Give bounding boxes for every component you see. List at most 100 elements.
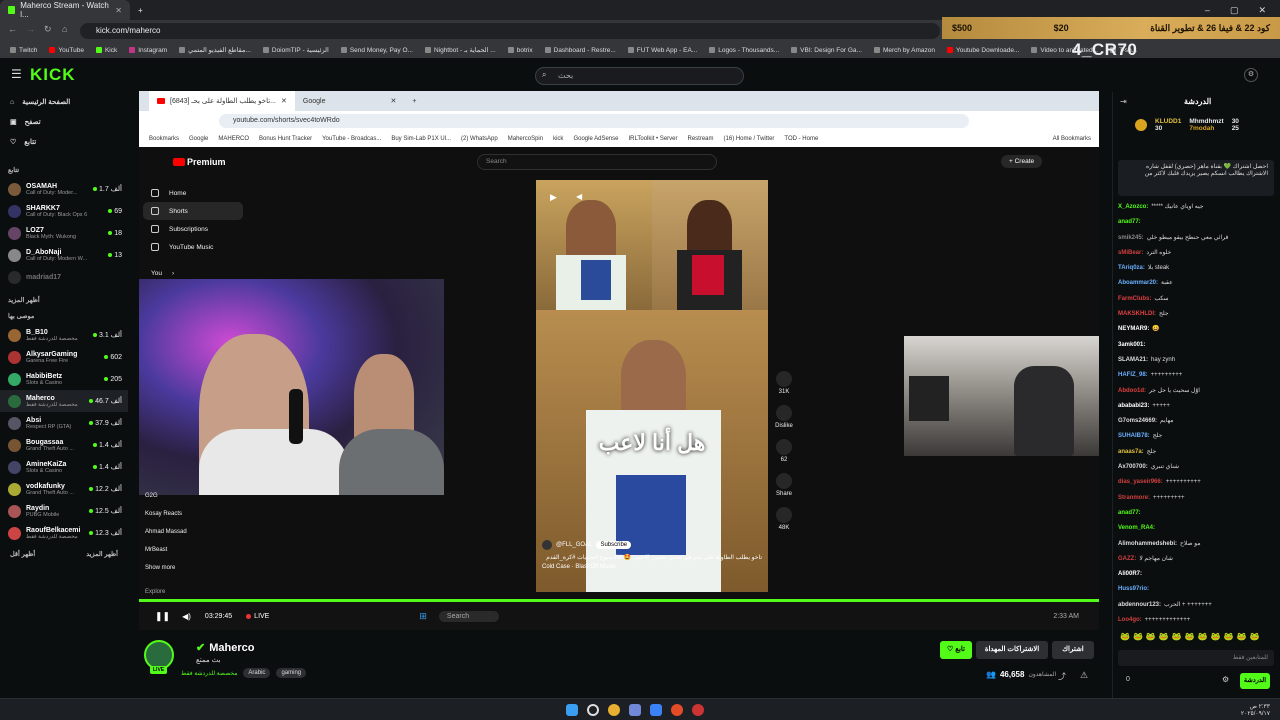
yt-nav-music[interactable]: YouTube Music — [143, 238, 243, 256]
bookmark[interactable]: Merch by Amazon — [873, 47, 935, 54]
app-icon[interactable] — [692, 703, 704, 716]
streamer-name[interactable]: ✔ Maherco — [196, 641, 254, 655]
inner-new-tab[interactable]: + — [404, 91, 424, 111]
chat-input[interactable]: للمتابعين فقط — [1118, 650, 1274, 666]
obs-icon[interactable] — [671, 703, 683, 716]
youtube-search-input[interactable]: Search — [477, 154, 717, 170]
bookmark[interactable]: Google — [189, 136, 208, 142]
settings-icon[interactable]: ⚙ — [1222, 675, 1229, 684]
yt-sub-item[interactable]: MrBeast — [145, 547, 255, 565]
channel-item[interactable]: LOZ7 Black Myth: Wukong 18 — [0, 222, 128, 244]
comments-button[interactable]: 62 — [769, 439, 799, 463]
chat-username[interactable]: G7oms24669: — [1118, 418, 1157, 424]
chat-username[interactable]: Aboammar20: — [1118, 280, 1158, 286]
sidebar-home[interactable]: ⌂ الصفحة الرئيسية — [0, 92, 128, 112]
yt-nav-home[interactable]: Home — [143, 184, 243, 202]
bookmark[interactable]: All Bookmarks — [1053, 136, 1099, 142]
browser-tab-kick[interactable]: Maherco Stream - Watch l... ✕ — [0, 0, 130, 20]
chat-username[interactable]: GAZZ: — [1118, 556, 1136, 562]
discord-icon[interactable] — [629, 703, 641, 716]
bookmark[interactable]: botrix — [507, 47, 533, 54]
minimize-icon[interactable]: – — [1205, 5, 1210, 16]
volume-icon[interactable]: ◀ — [576, 192, 582, 201]
dislike-button[interactable]: Dislike — [769, 405, 799, 429]
bookmark[interactable]: Nightbot - الحماية بـ ... — [424, 46, 496, 54]
channel-item-active[interactable]: Maherco مخصصة للدردشة فقط 46.7 ألف — [0, 390, 128, 412]
remix-button[interactable]: 48K — [769, 507, 799, 531]
chat-username[interactable]: Venom_RA4: — [1118, 525, 1155, 531]
channel-item[interactable]: OSAMAH Call of Duty: Moder... 1.7 ألف — [0, 178, 128, 200]
chat-send-button[interactable]: الدردشة — [1240, 673, 1270, 689]
bookmark[interactable]: Instagram — [129, 47, 167, 54]
bookmark[interactable]: Bookmarks — [149, 136, 179, 142]
channel-item[interactable]: Absi Respect RP (GTA) 37.9 ألف — [0, 412, 128, 434]
follow-button[interactable]: ♡ تابع — [940, 641, 972, 659]
chat-username[interactable]: TAriq0za: — [1118, 265, 1145, 271]
bookmark[interactable]: TOD - Home — [784, 136, 818, 142]
chat-username[interactable]: FarmClubs: — [1118, 296, 1151, 302]
inner-tab-youtube[interactable]: [6843] تاخو يطلب الطاولة على بحـ... ✕ — [149, 91, 295, 111]
bookmark[interactable]: مقاطع الفيديو المتمي... — [179, 46, 251, 54]
bookmark[interactable]: Bonus Hunt Tracker — [259, 136, 312, 142]
maximize-icon[interactable]: ▢ — [1230, 5, 1239, 16]
home-icon[interactable]: ⌂ — [62, 24, 67, 34]
search-icon[interactable] — [587, 703, 599, 716]
bookmark[interactable]: Dashboard - Restre... — [544, 47, 616, 54]
bookmark[interactable]: Restream — [688, 136, 714, 142]
gifted-subs-button[interactable]: الاشتراكات المهداة — [976, 641, 1048, 659]
channel-item[interactable]: HabibiBetz Slots & Casino 205 — [0, 368, 128, 390]
channel-item[interactable]: AlkysarGaming Garena Free Fire 602 — [0, 346, 128, 368]
back-icon[interactable]: ← — [8, 24, 17, 34]
chat-username[interactable]: HAFIZ_98: — [1118, 372, 1148, 378]
show-more-link[interactable]: أظهر المزيد — [86, 550, 118, 558]
chat-username[interactable]: Stranmore: — [1118, 495, 1150, 501]
bookmark[interactable]: Youtube Downloade... — [946, 47, 1019, 54]
inner-url-bar[interactable]: youtube.com/shorts/svec4toWRdo — [219, 114, 969, 128]
chat-username[interactable]: Loo4go: — [1118, 617, 1142, 623]
show-more-link[interactable]: أظهر المزيد — [0, 296, 128, 304]
tag[interactable]: gaming — [276, 668, 307, 678]
chat-username[interactable]: SLAMA21: — [1118, 357, 1148, 363]
channel-item[interactable]: SHARKK7 Call of Duty: Black Ops 6 69 — [0, 200, 128, 222]
channel-item[interactable]: D_AboNaji Call of Duty: Modern W... 13 — [0, 244, 128, 266]
subscribe-button[interactable]: اشتراك — [1052, 641, 1094, 659]
yt-sub-item[interactable]: G2G — [145, 493, 255, 511]
bookmark[interactable]: Twitch — [10, 47, 37, 54]
search-input[interactable]: بحث — [535, 67, 744, 85]
yt-nav-shorts[interactable]: Shorts — [143, 202, 243, 220]
stream-player[interactable]: [6843] تاخو يطلب الطاولة على بحـ... ✕ Goo… — [139, 91, 1099, 630]
new-tab-button[interactable]: + — [130, 0, 151, 20]
bookmark[interactable]: (2) WhatsApp — [461, 136, 498, 142]
chat-username[interactable]: dias_yaseir966: — [1118, 479, 1163, 485]
chat-username[interactable]: abababi23: — [1118, 403, 1149, 409]
bookmark[interactable]: Google AdSense — [573, 136, 618, 142]
bookmark[interactable]: YouTube - Broadcas... — [322, 136, 381, 142]
chat-username[interactable]: MAKSKHLDI: — [1118, 311, 1156, 317]
sidebar-browse[interactable]: ▣ تصفح — [0, 112, 128, 132]
chat-username[interactable]: smik245: — [1118, 235, 1144, 241]
share-icon[interactable]: ⤴ — [1058, 671, 1066, 682]
channel-item[interactable]: Bougassaa Grand Theft Auto ... 1.4 ألف — [0, 434, 128, 456]
close-window-icon[interactable]: ✕ — [1258, 5, 1266, 16]
profile-icon[interactable]: ⚙ — [1244, 68, 1258, 82]
chat-username[interactable]: 3amk001: — [1118, 342, 1145, 348]
chrome-icon[interactable] — [608, 703, 620, 716]
report-icon[interactable]: ⚠ — [1080, 670, 1088, 681]
bookmark[interactable]: YouTube — [49, 47, 84, 54]
chat-username[interactable]: SUHAIB78: — [1118, 433, 1150, 439]
url-bar[interactable]: kick.com/maherco — [80, 23, 940, 39]
chat-username[interactable]: Alimohammedshebi: — [1118, 541, 1177, 547]
channel-item-offline[interactable]: madriad17 — [0, 266, 128, 288]
play-icon[interactable]: ▶ — [550, 192, 557, 203]
chat-username[interactable]: abdennour123: — [1118, 602, 1161, 608]
channel-item[interactable]: B_B10 مخصصة للدردشة فقط 3.1 ألف — [0, 324, 128, 346]
share-button[interactable]: Share — [769, 473, 799, 497]
channel-item[interactable]: vodkafunky Grand Theft Auto ... 12.2 ألف — [0, 478, 128, 500]
stream-category[interactable]: مخصصة للدردشة فقط — [181, 670, 237, 677]
bookmark[interactable]: Send Money, Pay O... — [340, 47, 413, 54]
bookmark[interactable]: (16) Home / Twitter — [724, 136, 775, 142]
volume-icon[interactable]: ◀) — [182, 612, 191, 621]
yt-show-more[interactable]: Show more — [145, 565, 255, 583]
chat-username[interactable]: sMiBear: — [1118, 250, 1143, 256]
bookmark[interactable]: MahercoSpin — [508, 136, 543, 142]
